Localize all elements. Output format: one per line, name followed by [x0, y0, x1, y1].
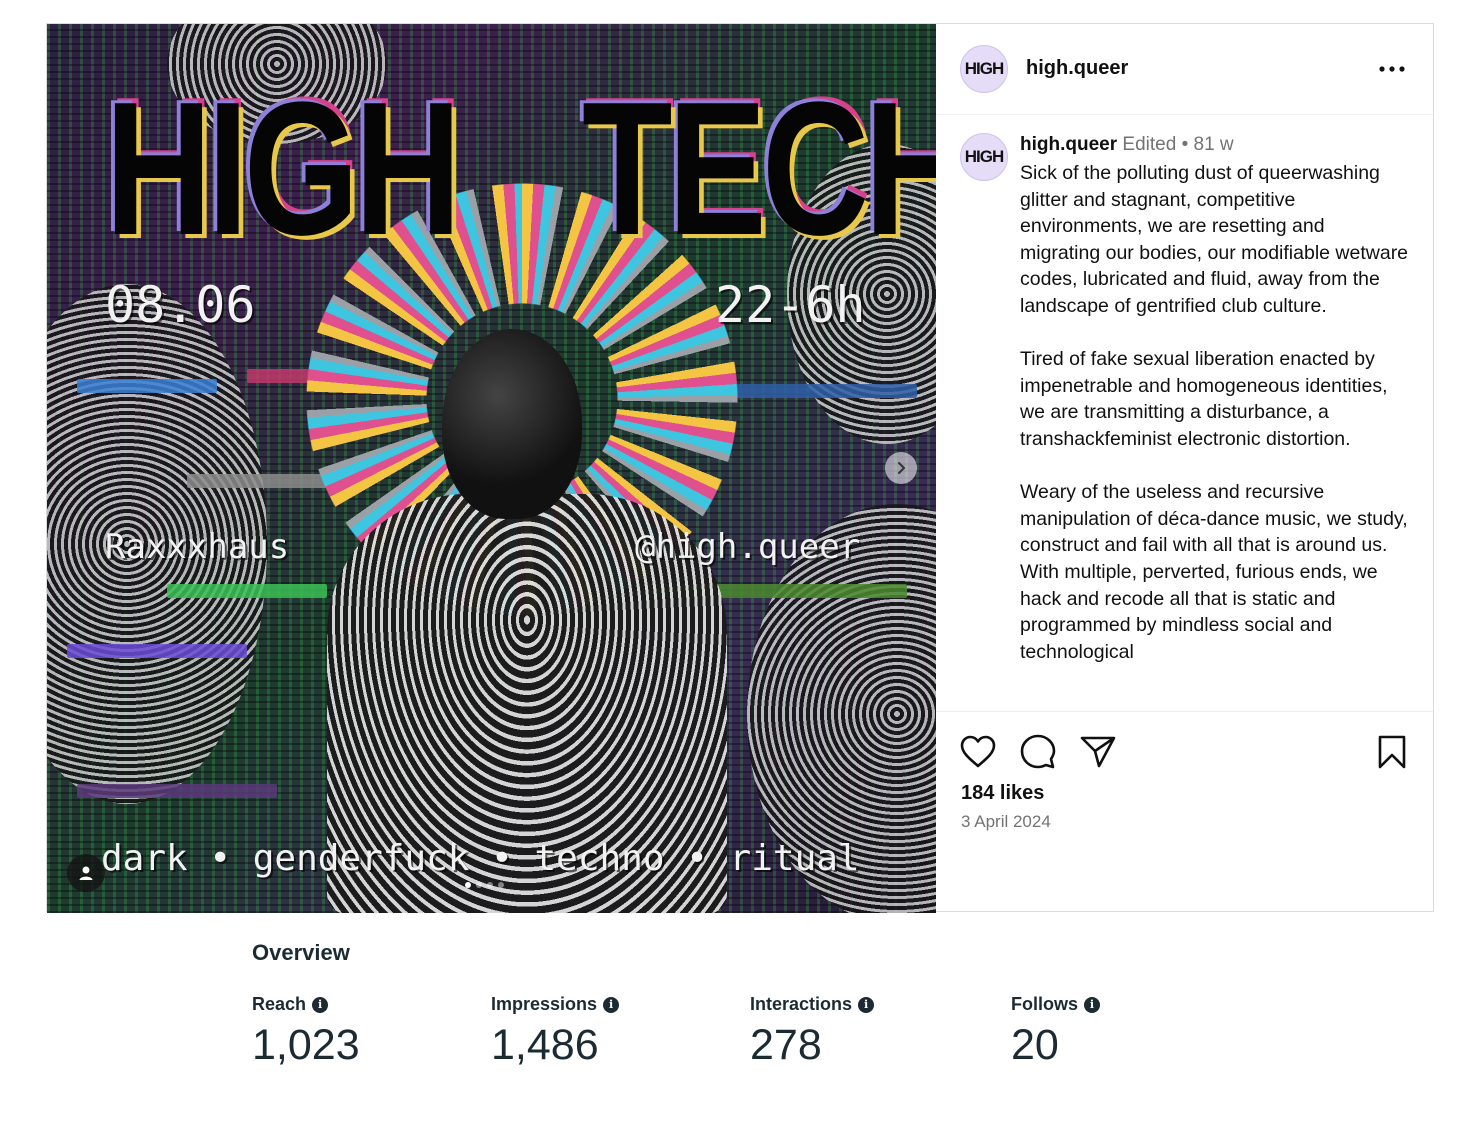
caption-paragraph: Weary of the useless and recursive manip…	[1020, 481, 1408, 663]
metric-impressions: Impressions i 1,486	[491, 994, 620, 1070]
poster-title-left: HIGH	[105, 63, 461, 275]
decor-code-bar	[77, 379, 217, 393]
info-icon[interactable]: i	[312, 996, 329, 1013]
poster-venue: Raxxxhaus	[105, 527, 290, 567]
post-actions: 184 likes 3 April 2024	[936, 711, 1433, 911]
carousel-dot	[498, 882, 504, 888]
metric-label: Impressions i	[491, 994, 620, 1015]
chevron-right-icon	[898, 462, 906, 474]
tagged-users-button[interactable]	[67, 854, 105, 892]
caption-paragraph: Tired of fake sexual liberation enacted …	[1020, 348, 1388, 450]
comment-icon	[1020, 734, 1056, 769]
insights-title: Overview	[252, 940, 350, 965]
metric-label: Interactions i	[750, 994, 875, 1015]
carousel-dot	[465, 882, 471, 888]
decor-code-bar	[737, 384, 917, 398]
comment-button[interactable]	[1018, 732, 1058, 772]
metric-label-text: Impressions	[491, 994, 598, 1014]
metric-follows: Follows i 20	[1011, 994, 1100, 1070]
post-age[interactable]: 81 w	[1194, 134, 1234, 155]
post-date: 3 April 2024	[961, 812, 1051, 831]
decor-code-bar	[167, 584, 327, 598]
caption-avatar[interactable]: HIGH	[960, 133, 1008, 181]
author-username[interactable]: high.queer	[1026, 57, 1128, 80]
heart-icon	[960, 735, 996, 768]
post-side-panel: HIGH high.queer HIGH high.queer Edited •…	[936, 24, 1433, 911]
like-button[interactable]	[958, 732, 998, 772]
metric-value: 20	[1011, 1021, 1059, 1069]
metric-label: Follows i	[1011, 994, 1100, 1015]
figure-masked-head	[442, 329, 582, 519]
decor-code-bar	[67, 644, 247, 658]
author-avatar[interactable]: HIGH	[960, 45, 1008, 93]
save-button[interactable]	[1372, 732, 1412, 772]
info-icon[interactable]: i	[1084, 996, 1100, 1013]
carousel-indicator	[465, 882, 504, 888]
info-icon[interactable]: i	[858, 996, 875, 1013]
caption-meta: high.queer Edited • 81 w	[1020, 134, 1234, 156]
metric-reach: Reach i 1,023	[252, 994, 360, 1070]
likes-count[interactable]: 184 likes	[961, 782, 1044, 805]
edited-label: Edited	[1122, 134, 1177, 155]
instagram-post: HIGH TECH 08.06 22-6h Raxxxhaus @high.qu…	[46, 23, 1434, 913]
bookmark-icon	[1378, 735, 1406, 769]
metric-value: 1,486	[491, 1021, 599, 1069]
more-horizontal-icon	[1379, 66, 1405, 72]
poster-handle: @high.queer	[635, 527, 861, 567]
caption-paragraph: Sick of the polluting dust of queerwashi…	[1020, 162, 1409, 317]
carousel-dot	[487, 882, 493, 888]
poster-time: 22-6h	[715, 276, 866, 334]
poster-title-right: TECH	[582, 63, 936, 275]
carousel-next-button[interactable]	[885, 452, 917, 484]
metric-value: 1,023	[252, 1021, 360, 1069]
caption-text: Sick of the polluting dust of queerwashi…	[1020, 160, 1410, 692]
meta-separator: •	[1181, 134, 1189, 155]
post-caption: HIGH high.queer Edited • 81 w Sick of th…	[936, 116, 1433, 711]
more-options-button[interactable]	[1377, 54, 1407, 84]
metric-label-text: Interactions	[750, 994, 853, 1014]
poster-date: 08.06	[105, 276, 256, 334]
post-header: HIGH high.queer	[936, 24, 1433, 115]
metric-interactions: Interactions i 278	[750, 994, 875, 1070]
carousel-dot	[476, 882, 482, 888]
info-icon[interactable]: i	[603, 996, 620, 1013]
user-icon	[79, 866, 93, 880]
metric-value: 278	[750, 1021, 822, 1069]
caption-username[interactable]: high.queer	[1020, 134, 1117, 155]
decor-code-bar	[77, 784, 277, 798]
metric-label: Reach i	[252, 994, 360, 1015]
decor-code-bar	[187, 474, 337, 488]
share-button[interactable]	[1078, 732, 1118, 772]
post-image[interactable]: HIGH TECH 08.06 22-6h Raxxxhaus @high.qu…	[47, 24, 936, 913]
share-icon	[1080, 736, 1116, 768]
poster-tags: dark • genderfuck • techno • ritual	[101, 838, 860, 879]
metric-label-text: Reach	[252, 994, 307, 1014]
metric-label-text: Follows	[1011, 994, 1078, 1014]
